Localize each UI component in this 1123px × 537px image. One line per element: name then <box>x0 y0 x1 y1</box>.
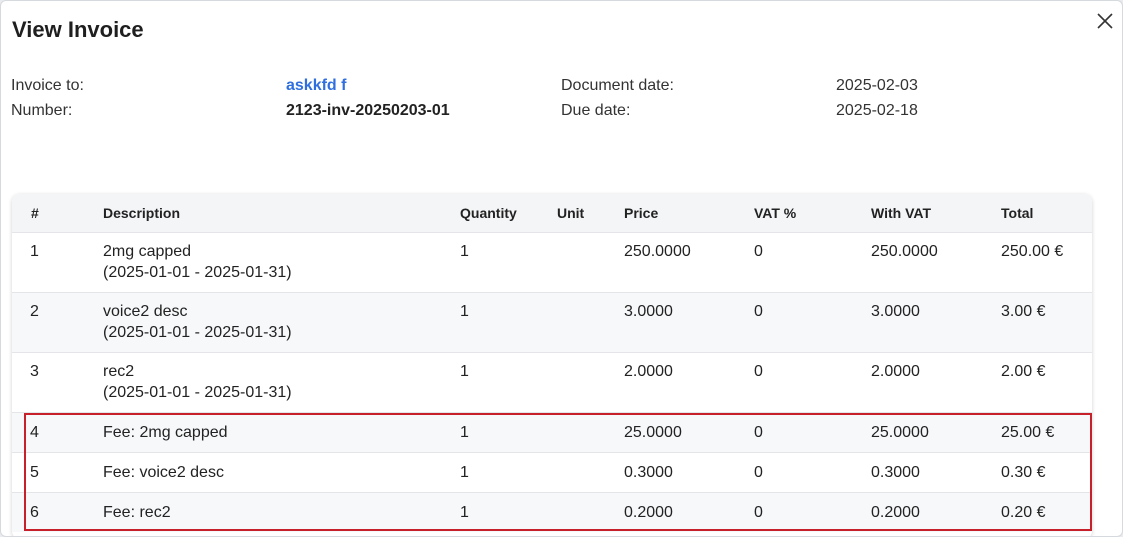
cell-quantity: 1 <box>460 231 557 292</box>
close-icon <box>1095 11 1115 31</box>
description-period: (2025-01-01 - 2025-01-31) <box>103 263 292 281</box>
cell-unit <box>557 231 624 292</box>
cell-quantity: 1 <box>460 491 557 532</box>
cell-price: 0.2000 <box>624 491 754 532</box>
invoice-to-label: Invoice to: <box>11 77 84 94</box>
invoice-to-link[interactable]: askkfd f <box>286 76 346 96</box>
cell-vat: 0 <box>754 411 871 452</box>
invoice-dialog: View Invoice Invoice to: askkfd f Docume… <box>0 0 1123 537</box>
cell-total: 2.00 € <box>1001 351 1092 412</box>
cell-vat: 0 <box>754 291 871 352</box>
cell-with-vat: 0.3000 <box>871 451 1001 492</box>
cell-with-vat: 250.0000 <box>871 231 1001 292</box>
cell-unit <box>557 411 624 452</box>
table-row: 2 voice2 desc (2025-01-01 - 2025-01-31) … <box>12 291 1092 352</box>
cell-description: Fee: 2mg capped <box>103 411 460 452</box>
cell-description: Fee: rec2 <box>103 491 460 532</box>
cell-number: 4 <box>12 411 103 452</box>
description-period: (2025-01-01 - 2025-01-31) <box>103 383 292 401</box>
cell-price: 3.0000 <box>624 291 754 352</box>
cell-number: 1 <box>12 231 103 292</box>
dialog-title: View Invoice <box>12 17 144 42</box>
col-header-unit: Unit <box>557 204 585 221</box>
cell-with-vat: 25.0000 <box>871 411 1001 452</box>
cell-vat: 0 <box>754 491 871 532</box>
number-label: Number: <box>11 102 73 119</box>
cell-description: Fee: voice2 desc <box>103 451 460 492</box>
cell-vat: 0 <box>754 451 871 492</box>
cell-quantity: 1 <box>460 411 557 452</box>
table-row: 4 Fee: 2mg capped 1 25.0000 0 25.0000 25… <box>12 411 1092 452</box>
description-period: (2025-01-01 - 2025-01-31) <box>103 323 292 341</box>
cell-price: 2.0000 <box>624 351 754 412</box>
cell-number: 5 <box>12 451 103 492</box>
cell-total: 25.00 € <box>1001 411 1092 452</box>
description-text: rec2 <box>103 362 135 380</box>
cell-number: 3 <box>12 351 103 412</box>
cell-price: 25.0000 <box>624 411 754 452</box>
document-date-value: 2025-02-03 <box>836 77 918 94</box>
description-text: voice2 desc <box>103 302 188 320</box>
cell-quantity: 1 <box>460 351 557 412</box>
cell-unit <box>557 491 624 532</box>
due-date-label: Due date: <box>561 102 631 119</box>
cell-description: 2mg capped (2025-01-01 - 2025-01-31) <box>103 231 460 292</box>
cell-number: 2 <box>12 291 103 352</box>
cell-vat: 0 <box>754 231 871 292</box>
cell-price: 250.0000 <box>624 231 754 292</box>
cell-vat: 0 <box>754 351 871 412</box>
cell-description: rec2 (2025-01-01 - 2025-01-31) <box>103 351 460 412</box>
col-header-description: Description <box>103 204 181 221</box>
cell-number: 6 <box>12 491 103 532</box>
cell-price: 0.3000 <box>624 451 754 492</box>
table-header-row: # Description Quantity Unit Price VAT % … <box>12 194 1092 232</box>
invoice-number-value: 2123-inv-20250203-01 <box>286 102 450 119</box>
cell-total: 3.00 € <box>1001 291 1092 352</box>
document-date-label: Document date: <box>561 77 674 94</box>
col-header-total: Total <box>1001 204 1034 221</box>
col-header-quantity: Quantity <box>460 204 517 221</box>
table-row: 1 2mg capped (2025-01-01 - 2025-01-31) 1… <box>12 231 1092 292</box>
col-header-number: # <box>31 204 39 221</box>
col-header-vat: VAT % <box>754 204 797 221</box>
description-text: 2mg capped <box>103 242 192 260</box>
cell-quantity: 1 <box>460 451 557 492</box>
cell-unit <box>557 351 624 412</box>
cell-total: 250.00 € <box>1001 231 1092 292</box>
cell-unit <box>557 291 624 352</box>
cell-quantity: 1 <box>460 291 557 352</box>
cell-total: 0.30 € <box>1001 451 1092 492</box>
cell-with-vat: 3.0000 <box>871 291 1001 352</box>
table-row: 5 Fee: voice2 desc 1 0.3000 0 0.3000 0.3… <box>12 451 1092 492</box>
cell-unit <box>557 451 624 492</box>
table-row: 3 rec2 (2025-01-01 - 2025-01-31) 1 2.000… <box>12 351 1092 412</box>
cell-total: 0.20 € <box>1001 491 1092 532</box>
col-header-with-vat: With VAT <box>871 204 932 221</box>
cell-with-vat: 2.0000 <box>871 351 1001 412</box>
cell-description: voice2 desc (2025-01-01 - 2025-01-31) <box>103 291 460 352</box>
due-date-value: 2025-02-18 <box>836 102 918 119</box>
table-row: 6 Fee: rec2 1 0.2000 0 0.2000 0.20 € <box>12 491 1092 532</box>
close-button[interactable] <box>1095 11 1115 31</box>
col-header-price: Price <box>624 204 659 221</box>
cell-with-vat: 0.2000 <box>871 491 1001 532</box>
invoice-lines-table: # Description Quantity Unit Price VAT % … <box>12 194 1092 536</box>
